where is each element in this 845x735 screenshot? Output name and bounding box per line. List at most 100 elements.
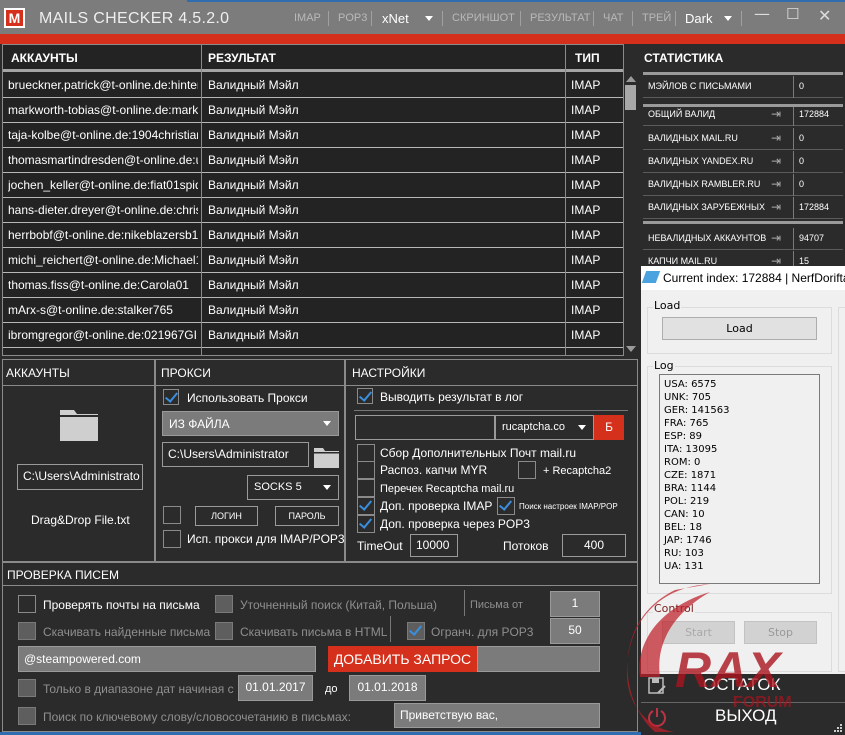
- start-button[interactable]: Start: [662, 621, 735, 644]
- proxy-imap-pop3-label[interactable]: Исп. прокси для IMAP/POP3: [187, 532, 345, 546]
- query-list-field[interactable]: [477, 646, 600, 672]
- table-row[interactable]: michi_reichert@t-online.de:Michael1 Валид…: [3, 248, 623, 273]
- table-scrollbar[interactable]: [624, 71, 638, 356]
- proxy-password-button[interactable]: ПАРОЛЬ: [275, 506, 339, 526]
- log-output[interactable]: USA: 6575 UNK: 705 GER: 141563 FRA: 765 ESP:…: [659, 374, 820, 584]
- recaptcha2-checkbox[interactable]: [518, 461, 536, 479]
- table-row[interactable]: taja-kolbe@t-online.de:1904christiar Вали…: [3, 123, 623, 148]
- load-button[interactable]: Load: [662, 317, 817, 340]
- extra-pop3-check-label[interactable]: Доп. проверка через POP3: [380, 517, 530, 531]
- imap-pop-settings-search-checkbox[interactable]: [497, 497, 515, 515]
- close-button[interactable]: ✕: [818, 6, 831, 25]
- collect-mailru-checkbox[interactable]: [357, 444, 375, 462]
- extra-imap-check-label[interactable]: Доп. проверка IMAP: [380, 499, 492, 513]
- column-header-result[interactable]: РЕЗУЛЬТАТ: [208, 51, 276, 65]
- keyword-search-checkbox[interactable]: [18, 707, 36, 725]
- search-query-input[interactable]: @steampowered.com: [18, 646, 316, 672]
- download-found-checkbox[interactable]: [18, 622, 36, 640]
- proxy-source-select[interactable]: ИЗ ФАЙЛА: [162, 411, 339, 436]
- scrollbar-thumb[interactable]: [625, 85, 636, 110]
- table-row[interactable]: hans-dieter.dreyer@t-online.de:chris Вали…: [3, 198, 623, 223]
- table-row[interactable]: thomasmartindresden@t-online.de:u Валидны…: [3, 148, 623, 173]
- table-row[interactable]: ibromgregor@t-online.de:021967GI Валидный…: [3, 323, 623, 348]
- check-letters-label[interactable]: Проверять почты на письма: [43, 598, 200, 612]
- table-row[interactable]: herrbobf@t-online.de:nikeblazersb1 Валидн…: [3, 223, 623, 248]
- table-row[interactable]: jochen_keller@t-online.de:fiat01spid Вали…: [3, 173, 623, 198]
- proxy-file-path-input[interactable]: C:\Users\Administrator: [162, 442, 309, 467]
- menu-xnet-select[interactable]: xNet: [382, 11, 409, 26]
- use-proxy-checkbox[interactable]: [163, 389, 179, 405]
- recheck-recaptcha-checkbox[interactable]: [357, 479, 375, 497]
- remainder-button[interactable]: ОСТАТОК: [703, 675, 781, 695]
- check-letters-checkbox[interactable]: [18, 595, 36, 613]
- refined-search-checkbox[interactable]: [215, 595, 233, 613]
- table-row[interactable]: mArx-s@t-online.de:stalker765 Валидный Мэ…: [3, 298, 623, 323]
- table-row[interactable]: thomas.fiss@t-online.de:Carola01 Валидный…: [3, 273, 623, 298]
- collect-mailru-label[interactable]: Сбор Дополнительных Почт mail.ru: [380, 446, 576, 460]
- download-html-label[interactable]: Скачивать письма в HTML: [240, 625, 387, 639]
- chevron-down-icon[interactable]: [425, 16, 433, 21]
- menu-pop3[interactable]: POP3: [338, 12, 367, 24]
- check-balance-button[interactable]: Б: [594, 415, 624, 440]
- letters-from-input[interactable]: 1: [550, 591, 600, 617]
- captcha-myr-checkbox[interactable]: [357, 461, 375, 479]
- imap-pop-settings-search-label[interactable]: Поиск настроек IMAP/POP: [519, 502, 618, 511]
- exit-button[interactable]: ВЫХОД: [715, 706, 777, 726]
- drag-drop-hint[interactable]: Drag&Drop File.txt: [31, 513, 130, 527]
- recaptcha2-label[interactable]: + Recaptcha2: [543, 465, 611, 477]
- download-found-label[interactable]: Скачивать найденные письма: [43, 625, 210, 639]
- proxy-type-select[interactable]: SOCKS 5: [247, 475, 339, 500]
- use-proxy-label[interactable]: Использовать Прокси: [187, 391, 308, 405]
- proxy-auth-checkbox[interactable]: [163, 506, 181, 524]
- pop3-limit-label[interactable]: Огранч. для POP3: [431, 625, 533, 639]
- extra-pop3-check-checkbox[interactable]: [357, 515, 375, 533]
- export-arrow-icon[interactable]: ⇥: [771, 231, 781, 245]
- folder-icon[interactable]: [314, 446, 339, 468]
- pop3-limit-input[interactable]: 50: [550, 618, 600, 644]
- scroll-down-arrow-icon[interactable]: [626, 346, 636, 352]
- column-header-type[interactable]: ТИП: [575, 51, 600, 65]
- export-arrow-icon[interactable]: ⇥: [771, 131, 781, 145]
- keyword-input[interactable]: Приветствую вас,: [394, 703, 600, 728]
- menu-screenshot[interactable]: СКРИНШОТ: [452, 12, 515, 24]
- column-header-accounts[interactable]: АККАУНТЫ: [11, 51, 78, 65]
- captcha-service-select[interactable]: rucaptcha.co: [495, 415, 594, 440]
- menu-result[interactable]: РЕЗУЛЬТАТ: [530, 12, 590, 24]
- table-row[interactable]: markworth-tobias@t-online.de:mark Валидны…: [3, 98, 623, 123]
- proxy-imap-pop3-checkbox[interactable]: [163, 530, 181, 548]
- log-output-checkbox[interactable]: [357, 388, 373, 404]
- accounts-file-path-input[interactable]: C:\Users\Administrato: [17, 464, 143, 490]
- minimize-button[interactable]: —: [754, 4, 770, 23]
- date-to-input[interactable]: 01.01.2018: [349, 675, 426, 701]
- date-range-checkbox[interactable]: [18, 679, 36, 697]
- chevron-down-icon[interactable]: [724, 16, 732, 21]
- maximize-button[interactable]: ☐: [786, 5, 799, 23]
- proxy-login-button[interactable]: ЛОГИН: [195, 506, 258, 526]
- table-row[interactable]: brueckner.patrick@t-online.de:hinter Вали…: [3, 73, 623, 98]
- export-arrow-icon[interactable]: ⇥: [771, 177, 781, 191]
- extra-imap-check-checkbox[interactable]: [357, 497, 375, 515]
- export-arrow-icon[interactable]: ⇥: [771, 154, 781, 168]
- date-range-label[interactable]: Только в диапазоне дат начиная с: [43, 682, 234, 696]
- captcha-key-input[interactable]: [355, 415, 495, 440]
- threads-input[interactable]: 400: [562, 534, 626, 557]
- export-arrow-icon[interactable]: ⇥: [771, 200, 781, 214]
- refined-search-label[interactable]: Уточненный поиск (Китай, Польша): [240, 598, 437, 612]
- pop3-limit-checkbox[interactable]: [407, 622, 425, 640]
- power-icon[interactable]: [647, 706, 667, 728]
- download-html-checkbox[interactable]: [215, 622, 233, 640]
- export-arrow-icon[interactable]: ⇥: [771, 107, 781, 121]
- add-query-button[interactable]: ДОБАВИТЬ ЗАПРОС: [328, 646, 477, 672]
- table-row[interactable]: lud...ki@t-online.de:...Holf Валидный Мэй…: [3, 348, 623, 355]
- date-from-input[interactable]: 01.01.2017: [238, 675, 313, 701]
- folder-icon[interactable]: [59, 406, 99, 442]
- results-table[interactable]: АККАУНТЫ РЕЗУЛЬТАТ ТИП brueckner.patrick…: [2, 44, 624, 356]
- keyword-search-label[interactable]: Поиск по ключевому слову/словосочетанию …: [43, 710, 351, 724]
- menu-chat[interactable]: ЧАТ: [603, 12, 624, 24]
- scroll-up-arrow-icon[interactable]: [626, 76, 636, 82]
- menu-imap[interactable]: IMAP: [294, 12, 321, 24]
- recheck-recaptcha-label[interactable]: Перечек Recaptcha mail.ru: [380, 483, 514, 495]
- captcha-myr-label[interactable]: Распоз. капчи MYR: [380, 463, 487, 477]
- resize-grip-icon[interactable]: [833, 723, 843, 733]
- log-output-label[interactable]: Выводить результат в лог: [380, 390, 523, 404]
